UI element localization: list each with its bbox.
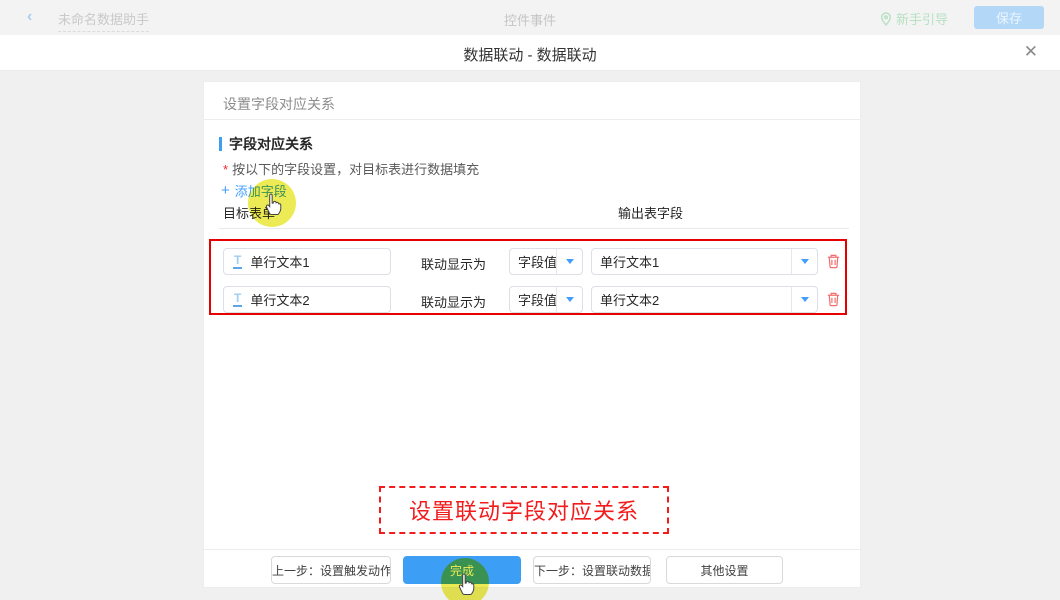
target-field-value: 单行文本2 bbox=[250, 290, 309, 309]
instruction-label: 按以下的字段设置，对目标表进行数据填充 bbox=[232, 162, 479, 177]
target-field-value: 单行文本1 bbox=[250, 252, 309, 271]
required-mark: * bbox=[223, 162, 228, 177]
modal-body: 设置字段对应关系 字段对应关系 * 按以下的字段设置，对目标表进行数据填充 + 添… bbox=[0, 71, 1060, 600]
mapping-row: T 单行文本2 联动显示为 字段值 单行文本2 bbox=[211, 286, 845, 313]
modal-title: 数据联动 - 数据联动 bbox=[0, 44, 1060, 65]
relation-label: 联动显示为 bbox=[421, 254, 486, 273]
field-mapping-panel: 设置字段对应关系 字段对应关系 * 按以下的字段设置，对目标表进行数据填充 + 添… bbox=[203, 81, 861, 588]
output-field-value: 单行文本1 bbox=[592, 249, 791, 274]
column-header-target-form: 目标表单 bbox=[223, 203, 275, 222]
caret-down-icon bbox=[791, 249, 817, 274]
top-bar: ‹ 未命名数据助手 控件事件 新手引导 保存 bbox=[0, 0, 1060, 35]
mapping-row: T 单行文本1 联动显示为 字段值 单行文本1 bbox=[211, 248, 845, 275]
caret-down-icon bbox=[556, 287, 582, 312]
add-field-label: 添加字段 bbox=[235, 181, 287, 200]
column-header-output-fields: 输出表字段 bbox=[618, 203, 683, 222]
prev-step-button[interactable]: 上一步：设置触发动作 bbox=[271, 556, 391, 584]
back-icon[interactable]: ‹ bbox=[27, 8, 32, 26]
text-field-type-icon: T bbox=[233, 254, 242, 269]
footer-divider bbox=[204, 549, 860, 550]
delete-row-button[interactable] bbox=[825, 291, 841, 308]
trash-icon bbox=[826, 291, 841, 307]
document-title[interactable]: 未命名数据助手 bbox=[58, 9, 149, 32]
target-field-input[interactable]: T 单行文本2 bbox=[223, 286, 391, 313]
section-title: 字段对应关系 bbox=[219, 134, 313, 154]
guide-pin-icon bbox=[880, 12, 892, 26]
mode-select-value: 字段值 bbox=[510, 249, 556, 274]
other-settings-button[interactable]: 其他设置 bbox=[666, 556, 783, 584]
caret-down-icon bbox=[556, 249, 582, 274]
annotation-callout: 设置联动字段对应关系 bbox=[379, 486, 669, 534]
save-button[interactable]: 保存 bbox=[974, 6, 1044, 29]
relation-label: 联动显示为 bbox=[421, 292, 486, 311]
modal-header: 数据联动 - 数据联动 ✕ bbox=[0, 35, 1060, 71]
section-title-text: 字段对应关系 bbox=[229, 134, 313, 154]
mode-select[interactable]: 字段值 bbox=[509, 286, 583, 313]
mode-select-value: 字段值 bbox=[510, 287, 556, 312]
text-field-type-icon: T bbox=[233, 292, 242, 307]
output-field-select[interactable]: 单行文本2 bbox=[591, 286, 818, 313]
output-field-value: 单行文本2 bbox=[592, 287, 791, 312]
plus-icon: + bbox=[221, 183, 230, 198]
next-step-button[interactable]: 下一步：设置联动数据 bbox=[533, 556, 651, 584]
panel-header: 设置字段对应关系 bbox=[204, 82, 860, 120]
output-field-select[interactable]: 单行文本1 bbox=[591, 248, 818, 275]
mode-select[interactable]: 字段值 bbox=[509, 248, 583, 275]
done-button[interactable]: 完成 bbox=[403, 556, 521, 584]
caret-down-icon bbox=[791, 287, 817, 312]
close-icon[interactable]: ✕ bbox=[1024, 43, 1038, 60]
trash-icon bbox=[826, 253, 841, 269]
add-field-link[interactable]: + 添加字段 bbox=[221, 181, 287, 200]
target-field-input[interactable]: T 单行文本1 bbox=[223, 248, 391, 275]
app-window: ‹ 未命名数据助手 控件事件 新手引导 保存 数据联动 - 数据联动 ✕ 设置字… bbox=[0, 0, 1060, 600]
beginner-guide-button[interactable]: 新手引导 bbox=[880, 9, 948, 28]
delete-row-button[interactable] bbox=[825, 253, 841, 270]
column-header-divider bbox=[219, 228, 849, 229]
instruction-text: * 按以下的字段设置，对目标表进行数据填充 bbox=[223, 159, 479, 178]
section-marker bbox=[219, 137, 222, 151]
guide-label: 新手引导 bbox=[896, 9, 948, 28]
mapping-rows-highlight-box: T 单行文本1 联动显示为 字段值 单行文本1 bbox=[209, 239, 847, 315]
